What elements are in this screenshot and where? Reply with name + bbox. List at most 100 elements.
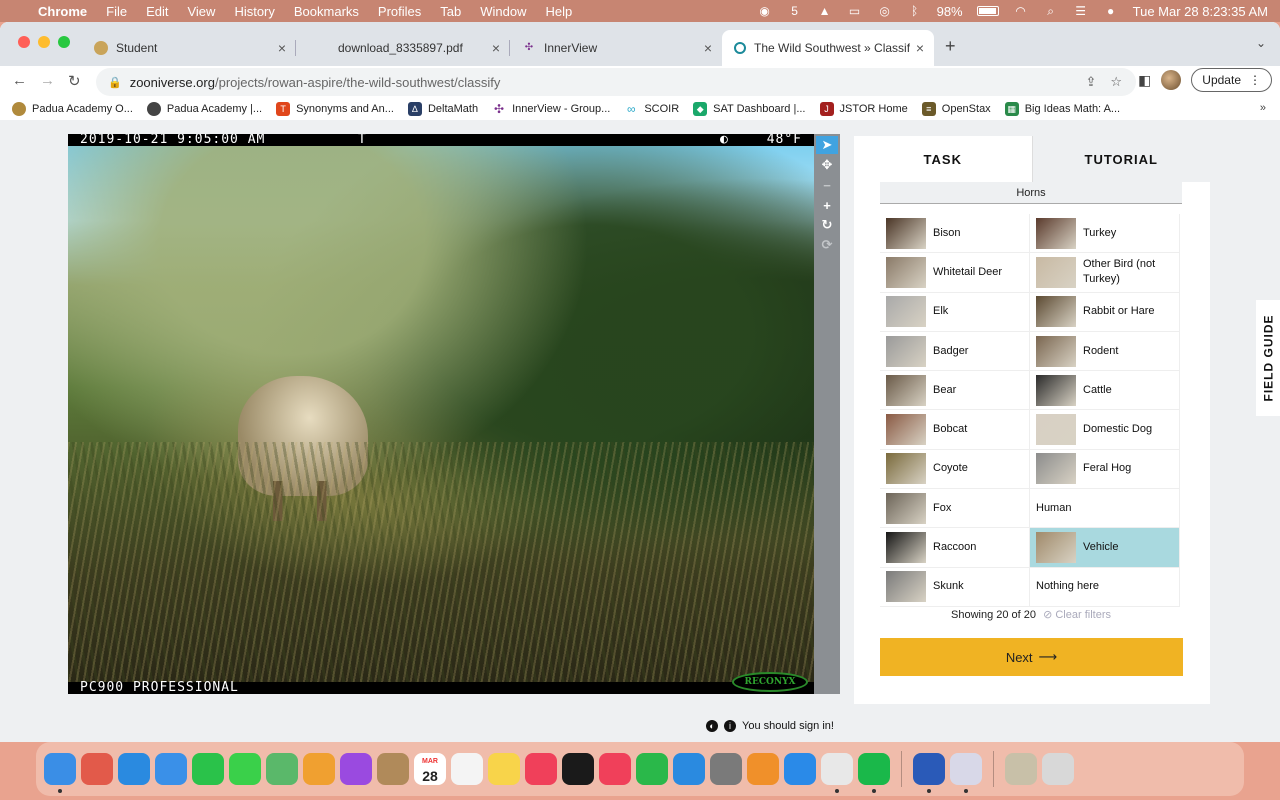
- notes-icon[interactable]: [488, 753, 520, 785]
- bookmark-deltamath[interactable]: ∆ DeltaMath: [407, 101, 478, 116]
- active-filter-horns[interactable]: Horns: [880, 182, 1182, 204]
- contacts-icon[interactable]: [377, 753, 409, 785]
- menu-edit[interactable]: Edit: [146, 4, 168, 19]
- tab-search-chevron-icon[interactable]: ⌄: [1256, 36, 1266, 50]
- menu-file[interactable]: File: [106, 4, 127, 19]
- siri-icon[interactable]: ●: [1103, 4, 1119, 18]
- choice-whitetail-deer[interactable]: Whitetail Deer: [880, 253, 1030, 293]
- tab-download-pdf[interactable]: download_8335897.pdf ×: [300, 30, 510, 66]
- bookmark-openstax[interactable]: ≡ OpenStax: [921, 101, 991, 116]
- tab-wild-southwest[interactable]: The Wild Southwest » Classify ×: [722, 30, 934, 66]
- zoom-in-button[interactable]: +: [816, 196, 838, 214]
- finder-icon[interactable]: [44, 753, 76, 793]
- choice-feral-hog[interactable]: Feral Hog: [1030, 449, 1180, 490]
- close-tab-icon[interactable]: ×: [916, 40, 924, 56]
- close-tab-icon[interactable]: ×: [704, 40, 712, 56]
- choice-raccoon[interactable]: Raccoon: [880, 528, 1030, 568]
- battery-icon[interactable]: [976, 6, 999, 16]
- forward-button[interactable]: →: [40, 72, 55, 89]
- menu-profiles[interactable]: Profiles: [378, 4, 421, 19]
- choice-nothing-here[interactable]: Nothing here: [1030, 567, 1180, 607]
- share-icon[interactable]: ⇪: [1085, 74, 1096, 90]
- choice-rabbit-or-hare[interactable]: Rabbit or Hare: [1030, 292, 1180, 332]
- choice-bison[interactable]: Bison: [880, 214, 1030, 254]
- choice-elk[interactable]: Elk: [880, 292, 1030, 332]
- bookmark-padua-academy[interactable]: Padua Academy |...: [146, 101, 262, 116]
- menu-help[interactable]: Help: [546, 4, 573, 19]
- choice-other-bird-not-turkey[interactable]: Other Bird (not Turkey): [1030, 253, 1180, 293]
- keynote-icon[interactable]: [673, 753, 705, 785]
- bookmark-jstor[interactable]: J JSTOR Home: [819, 101, 908, 116]
- menu-tab[interactable]: Tab: [440, 4, 461, 19]
- display-icon[interactable]: ▭: [847, 4, 863, 18]
- html5-icon[interactable]: 5: [787, 4, 803, 18]
- choice-vehicle[interactable]: Vehicle: [1030, 528, 1180, 568]
- word-icon[interactable]: [913, 753, 945, 793]
- next-button[interactable]: Next ⟶: [880, 638, 1183, 676]
- zoom-out-button[interactable]: −: [816, 176, 838, 194]
- menu-window[interactable]: Window: [480, 4, 526, 19]
- bookmarks-overflow-icon[interactable]: »: [1260, 102, 1266, 114]
- pointer-tool-button[interactable]: ➤: [816, 136, 838, 154]
- choice-human[interactable]: Human: [1030, 489, 1180, 529]
- info-icon[interactable]: i: [724, 720, 736, 732]
- side-panel-icon[interactable]: ◧: [1138, 72, 1151, 89]
- system-preferences-icon[interactable]: [710, 753, 742, 785]
- choice-turkey[interactable]: Turkey: [1030, 214, 1180, 254]
- launchpad-icon[interactable]: [81, 753, 113, 785]
- bookmark-big-ideas-math[interactable]: ▦ Big Ideas Math: A...: [1004, 101, 1120, 116]
- menu-app-name[interactable]: Chrome: [38, 4, 87, 19]
- maps-icon[interactable]: [266, 753, 298, 785]
- back-button[interactable]: ←: [12, 72, 27, 89]
- spotify-icon[interactable]: [858, 753, 890, 793]
- bookmark-synonyms[interactable]: T Synonyms and An...: [276, 101, 394, 116]
- choice-fox[interactable]: Fox: [880, 489, 1030, 529]
- menu-history[interactable]: History: [234, 4, 274, 19]
- bookmark-scoir[interactable]: ∞ SCOIR: [624, 102, 679, 116]
- new-tab-button[interactable]: +: [945, 36, 956, 57]
- calendar-icon[interactable]: MAR 28: [414, 753, 446, 785]
- bookmark-padua-academy-o[interactable]: Padua Academy O...: [12, 101, 133, 116]
- zoom-window-button[interactable]: [58, 36, 70, 48]
- tv-icon[interactable]: [562, 753, 594, 785]
- pan-tool-button[interactable]: ✥: [816, 156, 838, 174]
- pages-icon[interactable]: [747, 753, 779, 785]
- choice-domestic-dog[interactable]: Domestic Dog: [1030, 410, 1180, 450]
- close-tab-icon[interactable]: ×: [278, 40, 286, 56]
- app-store-icon[interactable]: [784, 753, 816, 785]
- messages-icon[interactable]: [229, 753, 261, 785]
- reload-button[interactable]: ↻: [68, 72, 81, 90]
- contrast-icon[interactable]: ◐: [706, 720, 718, 732]
- rotate-button[interactable]: ↻: [816, 216, 838, 234]
- choice-cattle[interactable]: Cattle: [1030, 371, 1180, 411]
- music-icon[interactable]: [525, 753, 557, 785]
- bookmark-sat-dashboard[interactable]: ◆ SAT Dashboard |...: [693, 101, 806, 116]
- update-button[interactable]: Update ⋮: [1191, 68, 1272, 92]
- document-icon[interactable]: [1005, 753, 1037, 785]
- facetime-icon[interactable]: [192, 753, 224, 785]
- news-icon[interactable]: [599, 753, 631, 785]
- photos-icon[interactable]: [303, 753, 335, 785]
- profile-avatar[interactable]: [1161, 70, 1182, 90]
- tab-task[interactable]: TASK: [854, 136, 1032, 182]
- lock-icon[interactable]: 🔒: [108, 76, 122, 89]
- menu-bar-clock[interactable]: Tue Mar 28 8:23:35 AM: [1133, 4, 1268, 19]
- subject-viewer[interactable]: 2019-10-21 9:05:00 AM T ◐ 48°F PC900 PRO…: [68, 134, 814, 694]
- clear-filters-link[interactable]: ⊘ Clear filters: [1043, 609, 1111, 621]
- bluetooth-icon[interactable]: ᛒ: [907, 4, 923, 18]
- address-bar[interactable]: 🔒 zooniverse.org/projects/rowan-aspire/t…: [96, 68, 1136, 96]
- camera-trap-photo[interactable]: [68, 146, 814, 682]
- chrome-icon[interactable]: [821, 753, 853, 793]
- bookmark-star-icon[interactable]: ☆: [1110, 74, 1122, 90]
- control-center-icon[interactable]: ☰: [1073, 4, 1089, 18]
- reminders-icon[interactable]: [451, 753, 483, 785]
- minimize-window-button[interactable]: [38, 36, 50, 48]
- choice-skunk[interactable]: Skunk: [880, 567, 1030, 607]
- close-window-button[interactable]: [18, 36, 30, 48]
- tab-innerview[interactable]: ✣ InnerView ×: [510, 30, 722, 66]
- choice-bear[interactable]: Bear: [880, 371, 1030, 411]
- reset-button[interactable]: ⟳: [816, 236, 838, 254]
- tab-tutorial[interactable]: TUTORIAL: [1031, 136, 1210, 182]
- mail-icon[interactable]: [155, 753, 187, 785]
- menu-bookmarks[interactable]: Bookmarks: [294, 4, 359, 19]
